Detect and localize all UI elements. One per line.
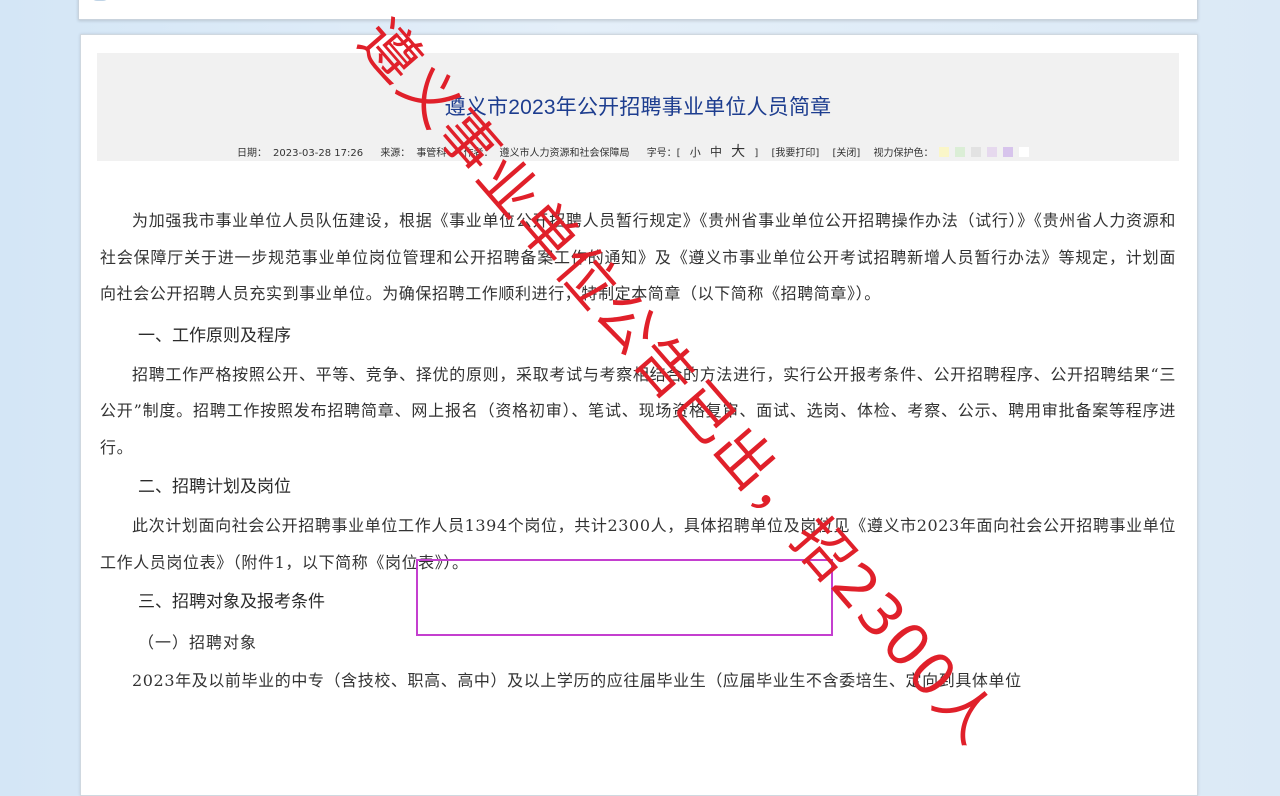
font-size-medium-button[interactable]: 中 bbox=[710, 145, 722, 159]
font-size-end: ] bbox=[754, 148, 759, 159]
vision-color-label: 视力保护色： bbox=[873, 148, 934, 159]
source-label: 来源： bbox=[380, 148, 411, 159]
vision-color-swatch[interactable] bbox=[987, 147, 998, 157]
date-value: 2023-03-28 17:26 bbox=[273, 148, 364, 159]
card-icon bbox=[91, 0, 109, 1]
previous-card bbox=[78, 0, 1198, 20]
vision-color-swatch[interactable] bbox=[955, 147, 966, 157]
section-paragraph: 2023年及以前毕业的中专（含技校、职高、高中）及以上学历的应往届毕业生（应届毕… bbox=[132, 671, 1022, 690]
intro-paragraph: 为加强我市事业单位人员队伍建设，根据《事业单位公开招聘人员暂行规定》《贵州省事业… bbox=[100, 211, 1176, 303]
source-value: 事管科 bbox=[416, 148, 447, 159]
font-size-small-button[interactable]: 小 bbox=[690, 146, 701, 159]
article-title: 遵义市2023年公开招聘事业单位人员简章 bbox=[444, 96, 832, 119]
vision-color-swatch[interactable] bbox=[971, 147, 982, 157]
article-meta: 日期： 2023-03-28 17:26 来源： 事管科 作者： 遵义市人力资源和社会… bbox=[237, 141, 1159, 161]
highlight-box bbox=[416, 559, 833, 636]
vision-color-swatch[interactable] bbox=[939, 147, 950, 157]
vision-color-swatch[interactable] bbox=[1019, 147, 1030, 157]
author-value: 遵义市人力资源和社会保障局 bbox=[499, 148, 630, 159]
section-paragraph: 招聘工作严格按照公开、平等、竞争、择优的原则，采取考试与考察相结合的方法进行，实… bbox=[100, 364, 1176, 457]
vision-color-swatch[interactable] bbox=[1003, 147, 1014, 157]
section-heading: 二、招聘计划及岗位 bbox=[138, 477, 291, 497]
section-heading: 一、工作原则及程序 bbox=[138, 325, 291, 346]
font-size-large-button[interactable]: 大 bbox=[731, 144, 745, 160]
author-label: 作者： bbox=[463, 148, 494, 159]
print-link[interactable]: [我要打印] bbox=[771, 148, 819, 159]
date-label: 日期： bbox=[237, 148, 267, 159]
article-header: 遵义市2023年公开招聘事业单位人员简章 日期： 2023-03-28 17:26… bbox=[97, 53, 1179, 161]
close-link[interactable]: [关闭] bbox=[832, 148, 860, 159]
font-size-label: 字号：[ bbox=[646, 148, 681, 159]
vision-color-swatches bbox=[939, 147, 1035, 159]
